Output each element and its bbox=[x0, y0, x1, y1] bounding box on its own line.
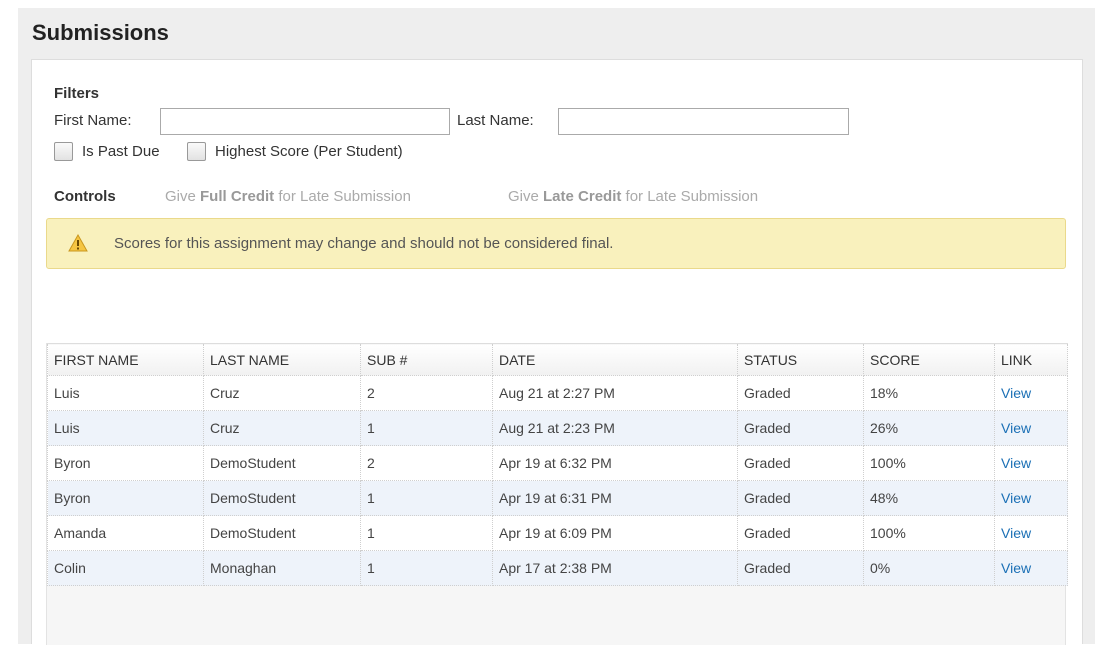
cell-score: 100% bbox=[863, 515, 995, 551]
cell-score: 0% bbox=[863, 550, 995, 586]
full-credit-bold: Full Credit bbox=[200, 188, 275, 205]
first-name-label: First Name: bbox=[54, 112, 132, 129]
view-link[interactable]: View bbox=[1001, 490, 1031, 506]
view-link[interactable]: View bbox=[1001, 560, 1031, 576]
first-name-input[interactable] bbox=[160, 108, 450, 135]
cell-link: View bbox=[994, 480, 1068, 516]
late-credit-bold: Late Credit bbox=[543, 188, 622, 205]
table-row: Colin Monaghan 1 Apr 17 at 2:38 PM Grade… bbox=[47, 550, 1068, 586]
cell-status: Graded bbox=[737, 550, 864, 586]
cell-date: Apr 17 at 2:38 PM bbox=[492, 550, 738, 586]
table-row: Luis Cruz 2 Aug 21 at 2:27 PM Graded 18%… bbox=[47, 375, 1068, 411]
table-row: Byron DemoStudent 1 Apr 19 at 6:31 PM Gr… bbox=[47, 480, 1068, 516]
page-title: Submissions bbox=[32, 20, 169, 45]
cell-sub-number: 1 bbox=[360, 410, 493, 446]
cell-link: View bbox=[994, 375, 1068, 411]
cell-date: Apr 19 at 6:32 PM bbox=[492, 445, 738, 481]
cell-first-name: Byron bbox=[47, 445, 204, 481]
cell-last-name: DemoStudent bbox=[203, 480, 361, 516]
full-credit-suffix: for Late Submission bbox=[274, 188, 411, 205]
column-header-status[interactable]: STATUS bbox=[737, 343, 864, 376]
cell-first-name: Luis bbox=[47, 410, 204, 446]
column-header-date[interactable]: DATE bbox=[492, 343, 738, 376]
cell-last-name: DemoStudent bbox=[203, 445, 361, 481]
cell-link: View bbox=[994, 550, 1068, 586]
cell-date: Apr 19 at 6:09 PM bbox=[492, 515, 738, 551]
cell-link: View bbox=[994, 410, 1068, 446]
cell-status: Graded bbox=[737, 480, 864, 516]
cell-status: Graded bbox=[737, 445, 864, 481]
cell-first-name: Luis bbox=[47, 375, 204, 411]
cell-link: View bbox=[994, 445, 1068, 481]
cell-first-name: Colin bbox=[47, 550, 204, 586]
submissions-page: Submissions Filters First Name: Last Nam… bbox=[18, 8, 1095, 645]
filters-heading: Filters bbox=[54, 85, 100, 102]
cell-last-name: Cruz bbox=[203, 410, 361, 446]
cell-last-name: Cruz bbox=[203, 375, 361, 411]
cell-first-name: Byron bbox=[47, 480, 204, 516]
cell-date: Apr 19 at 6:31 PM bbox=[492, 480, 738, 516]
submissions-panel: Filters First Name: Last Name: Is Past D… bbox=[31, 59, 1083, 645]
past-due-checkbox[interactable] bbox=[54, 142, 73, 161]
cell-score: 100% bbox=[863, 445, 995, 481]
cell-last-name: DemoStudent bbox=[203, 515, 361, 551]
column-header-last-name[interactable]: LAST NAME bbox=[203, 343, 361, 376]
past-due-label: Is Past Due bbox=[82, 143, 160, 160]
column-header-first-name[interactable]: FIRST NAME bbox=[47, 343, 204, 376]
view-link[interactable]: View bbox=[1001, 455, 1031, 471]
highest-score-checkbox[interactable] bbox=[187, 142, 206, 161]
highest-score-label: Highest Score (Per Student) bbox=[215, 143, 403, 160]
cell-sub-number: 1 bbox=[360, 550, 493, 586]
cell-sub-number: 1 bbox=[360, 480, 493, 516]
full-credit-prefix: Give bbox=[165, 188, 201, 205]
cell-score: 48% bbox=[863, 480, 995, 516]
last-name-label: Last Name: bbox=[457, 112, 534, 129]
cell-sub-number: 1 bbox=[360, 515, 493, 551]
late-credit-suffix: for Late Submission bbox=[621, 188, 759, 205]
submissions-table: FIRST NAME LAST NAME SUB # DATE STATUS S… bbox=[47, 343, 1068, 586]
alert-message: Scores for this assignment may change an… bbox=[114, 235, 614, 252]
full-credit-link[interactable]: Give Full Credit for Late Submission bbox=[165, 188, 411, 205]
cell-score: 26% bbox=[863, 410, 995, 446]
table-row: Amanda DemoStudent 1 Apr 19 at 6:09 PM G… bbox=[47, 515, 1068, 551]
cell-last-name: Monaghan bbox=[203, 550, 361, 586]
table-header-row: FIRST NAME LAST NAME SUB # DATE STATUS S… bbox=[47, 343, 1068, 376]
warning-icon bbox=[68, 234, 88, 252]
cell-status: Graded bbox=[737, 515, 864, 551]
view-link[interactable]: View bbox=[1001, 420, 1031, 436]
view-link[interactable]: View bbox=[1001, 525, 1031, 541]
late-credit-link[interactable]: Give Late Credit for Late Submission bbox=[508, 188, 758, 205]
column-header-score[interactable]: SCORE bbox=[863, 343, 995, 376]
cell-sub-number: 2 bbox=[360, 445, 493, 481]
cell-link: View bbox=[994, 515, 1068, 551]
column-header-sub-number[interactable]: SUB # bbox=[360, 343, 493, 376]
submissions-table-container: FIRST NAME LAST NAME SUB # DATE STATUS S… bbox=[46, 343, 1068, 645]
table-row: Byron DemoStudent 2 Apr 19 at 6:32 PM Gr… bbox=[47, 445, 1068, 481]
cell-date: Aug 21 at 2:23 PM bbox=[492, 410, 738, 446]
controls-label: Controls bbox=[54, 188, 116, 205]
view-link[interactable]: View bbox=[1001, 385, 1031, 401]
late-credit-prefix: Give bbox=[508, 188, 544, 205]
score-warning-alert: Scores for this assignment may change an… bbox=[46, 218, 1066, 269]
table-row: Luis Cruz 1 Aug 21 at 2:23 PM Graded 26%… bbox=[47, 410, 1068, 446]
cell-score: 18% bbox=[863, 375, 995, 411]
cell-sub-number: 2 bbox=[360, 375, 493, 411]
cell-first-name: Amanda bbox=[47, 515, 204, 551]
column-header-link[interactable]: LINK bbox=[994, 343, 1068, 376]
cell-date: Aug 21 at 2:27 PM bbox=[492, 375, 738, 411]
cell-status: Graded bbox=[737, 375, 864, 411]
cell-status: Graded bbox=[737, 410, 864, 446]
last-name-input[interactable] bbox=[558, 108, 849, 135]
